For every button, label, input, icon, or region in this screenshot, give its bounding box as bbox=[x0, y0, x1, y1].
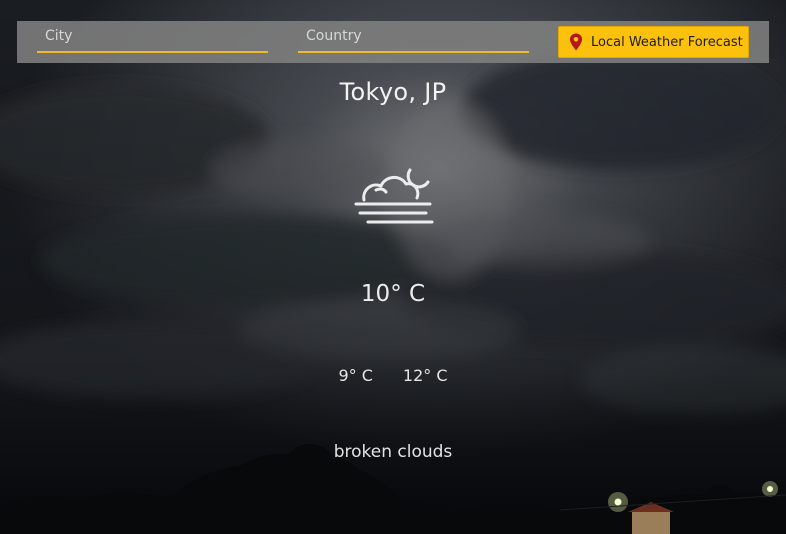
house bbox=[632, 510, 670, 534]
country-field bbox=[298, 25, 529, 53]
fog-cloud-moon-icon bbox=[354, 168, 434, 224]
city-input[interactable] bbox=[37, 25, 268, 53]
max-temperature: 12° C bbox=[402, 366, 448, 385]
temperature-range: 9° C 12° C bbox=[0, 366, 786, 385]
forecast-button-label: Local Weather Forecast bbox=[591, 34, 743, 50]
weather-description: broken clouds bbox=[333, 442, 453, 462]
min-temperature: 9° C bbox=[338, 366, 373, 385]
country-input[interactable] bbox=[298, 25, 529, 53]
current-temperature: 10° C bbox=[360, 281, 426, 307]
location-title: Tokyo, JP bbox=[339, 78, 447, 106]
weather-app: Local Weather Forecast Tokyo, JP 10° C 9… bbox=[0, 0, 786, 534]
city-field bbox=[37, 25, 268, 53]
search-bar: Local Weather Forecast bbox=[17, 21, 769, 63]
local-weather-forecast-button[interactable]: Local Weather Forecast bbox=[558, 26, 749, 58]
map-pin-icon bbox=[569, 33, 583, 51]
